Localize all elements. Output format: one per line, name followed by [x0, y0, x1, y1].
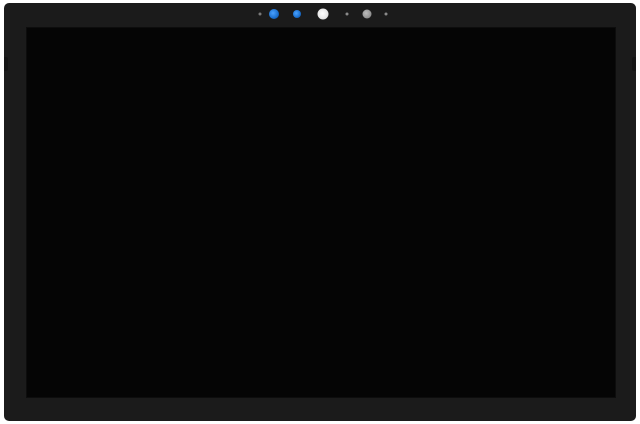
indicator-dot-icon [258, 12, 262, 16]
indicator-dot-icon [345, 12, 349, 16]
sensor-bar [4, 6, 636, 22]
tablet-display-panel [4, 3, 636, 421]
ir-sensor-icon [269, 9, 279, 19]
right-bezel-notch [632, 57, 636, 71]
indicator-dot-icon [384, 12, 388, 16]
ambient-light-sensor-icon [362, 9, 372, 19]
ir-sensor-icon [293, 10, 301, 18]
screen [26, 27, 616, 398]
left-bezel-notch [4, 57, 8, 71]
front-camera-icon [317, 8, 329, 20]
